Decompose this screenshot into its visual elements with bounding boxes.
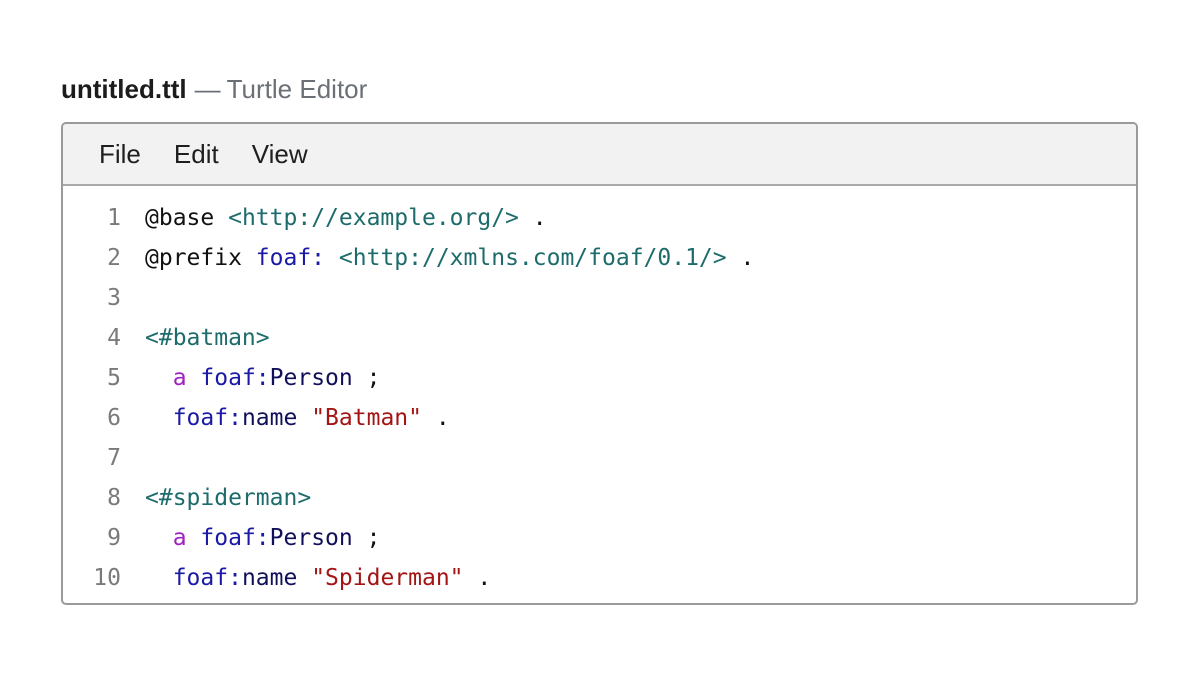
token-local: Person: [269, 365, 353, 391]
code-line[interactable]: 2 @prefix foaf: <http://xmlns.com/foaf/0.…: [63, 238, 1136, 278]
token-ws: [297, 405, 311, 431]
token-ws: [145, 525, 173, 551]
code-line[interactable]: 4 <#batman>: [63, 318, 1136, 358]
token-str: "Spiderman": [311, 565, 464, 591]
token-punct: ;: [366, 365, 381, 391]
token-iri: <http://xmlns.com/foaf/0.1/>: [338, 245, 727, 271]
token-ws: [145, 405, 173, 431]
line-number: 6: [107, 405, 121, 431]
menu-file[interactable]: File: [99, 139, 141, 169]
token-ws: [325, 245, 339, 271]
token-iri: <#spiderman>: [145, 485, 312, 511]
line-number: 8: [107, 485, 121, 511]
token-ws: [353, 365, 367, 391]
line-content[interactable]: [145, 278, 1136, 318]
token-a: a: [172, 365, 187, 391]
token-ws: [187, 365, 201, 391]
code-line[interactable]: 7: [63, 438, 1136, 478]
token-local: Person: [269, 525, 353, 551]
title-separator: —: [194, 74, 221, 104]
editor-window: File Edit View 1 @base <http://example.or…: [61, 122, 1138, 605]
line-number: 7: [107, 445, 121, 471]
line-content[interactable]: @base <http://example.org/> .: [145, 198, 1136, 238]
token-a: a: [172, 525, 187, 551]
filename: untitled.ttl: [61, 74, 187, 104]
line-number: 1: [107, 205, 121, 231]
token-pfx: foaf:: [200, 365, 270, 391]
token-local: name: [241, 565, 298, 591]
token-ws: [145, 565, 173, 591]
token-ws: [242, 245, 256, 271]
token-ws: [297, 565, 311, 591]
token-punct: ;: [366, 525, 381, 551]
code-line[interactable]: 6 foaf:name "Batman" .: [63, 398, 1136, 438]
token-pfx: foaf:: [200, 525, 270, 551]
code-line[interactable]: 3: [63, 278, 1136, 318]
token-kw: @prefix: [145, 245, 242, 271]
token-ws: [519, 205, 533, 231]
app-name: Turtle Editor: [226, 74, 368, 104]
menu-bar: File Edit View: [63, 124, 1136, 186]
menu-edit[interactable]: Edit: [174, 139, 219, 169]
token-ws: [353, 525, 367, 551]
code-line[interactable]: 8 <#spiderman>: [63, 478, 1136, 518]
menu-view[interactable]: View: [252, 139, 308, 169]
code-line[interactable]: 9 a foaf:Person ;: [63, 518, 1136, 558]
code-line[interactable]: 1 @base <http://example.org/> .: [63, 198, 1136, 238]
line-number: 10: [93, 565, 121, 591]
line-content[interactable]: a foaf:Person ;: [145, 518, 1136, 558]
token-punct: .: [435, 405, 450, 431]
line-content[interactable]: foaf:name "Batman" .: [145, 398, 1136, 438]
token-punct: .: [532, 205, 547, 231]
token-ws: [727, 245, 741, 271]
token-punct: .: [477, 565, 492, 591]
line-number: 9: [107, 525, 121, 551]
line-content[interactable]: <#batman>: [145, 318, 1136, 358]
token-local: name: [241, 405, 298, 431]
token-kw: @base: [145, 205, 215, 231]
token-pfx: foaf:: [172, 405, 242, 431]
code-line[interactable]: 5 a foaf:Person ;: [63, 358, 1136, 398]
line-content[interactable]: <#spiderman>: [145, 478, 1136, 518]
token-ws: [464, 565, 478, 591]
token-ws: [145, 365, 173, 391]
token-ws: [187, 525, 201, 551]
token-iri: <#batman>: [145, 325, 270, 351]
window-title: untitled.ttl — Turtle Editor: [61, 74, 367, 104]
line-content[interactable]: foaf:name "Spiderman" .: [145, 558, 1136, 598]
token-pfx: foaf:: [255, 245, 326, 271]
line-number: 4: [107, 325, 121, 351]
line-number: 3: [107, 285, 121, 311]
code-editor[interactable]: 1 @base <http://example.org/> . 2 @prefix f…: [63, 198, 1136, 598]
token-iri: <http://example.org/>: [228, 205, 519, 231]
token-pfx: foaf:: [172, 565, 242, 591]
code-line[interactable]: 10 foaf:name "Spiderman" .: [63, 558, 1136, 598]
line-content[interactable]: [145, 438, 1136, 478]
token-punct: .: [740, 245, 755, 271]
token-str: "Batman": [311, 405, 422, 431]
line-content[interactable]: a foaf:Person ;: [145, 358, 1136, 398]
line-number: 2: [107, 245, 121, 271]
line-content[interactable]: @prefix foaf: <http://xmlns.com/foaf/0.1…: [145, 238, 1136, 278]
line-number: 5: [107, 365, 121, 391]
token-ws: [214, 205, 228, 231]
token-ws: [422, 405, 436, 431]
